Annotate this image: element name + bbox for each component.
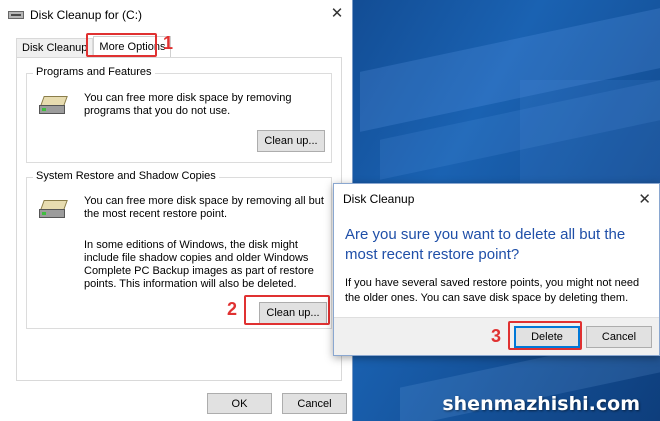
drive-icon — [39, 198, 69, 222]
restore-note: In some editions of Windows, the disk mi… — [84, 239, 314, 290]
ok-button[interactable]: OK — [207, 393, 272, 414]
window-title: Disk Cleanup for (C:) — [30, 8, 143, 22]
step-number-1: 1 — [163, 33, 174, 53]
watermark: shenmazhishi.com — [442, 393, 640, 415]
drive-icon — [39, 94, 69, 118]
programs-clean-up-button[interactable]: Clean up... — [257, 130, 325, 152]
dialog-cancel-button[interactable]: Cancel — [586, 326, 652, 348]
restore-description: You can free more disk space by removing… — [84, 195, 324, 220]
group-label: Programs and Features — [33, 66, 155, 78]
dialog-title: Disk Cleanup — [343, 192, 415, 206]
cancel-button[interactable]: Cancel — [282, 393, 347, 414]
group-label: System Restore and Shadow Copies — [33, 170, 219, 182]
tab-disk-cleanup[interactable]: Disk Cleanup — [16, 38, 94, 58]
disk-cleanup-window: Disk Cleanup for (C:) ✕ Disk Cleanup Mor… — [0, 0, 353, 421]
step-number-2: 2 — [227, 299, 238, 319]
dialog-body: If you have several saved restore points… — [345, 277, 640, 304]
highlight-delete — [508, 321, 582, 350]
close-icon[interactable]: ✕ — [328, 5, 346, 23]
more-options-panel: Programs and Features You can free more … — [16, 57, 342, 381]
title-bar: Disk Cleanup for (C:) — [0, 0, 352, 30]
dialog-heading: Are you sure you want to delete all but … — [345, 226, 626, 263]
drive-icon — [8, 9, 24, 21]
programs-description: You can free more disk space by removing… — [84, 92, 292, 117]
close-icon[interactable]: ✕ — [638, 190, 651, 208]
highlight-more-options — [86, 33, 157, 57]
step-number-3: 3 — [491, 326, 502, 346]
programs-features-group: Programs and Features You can free more … — [26, 66, 332, 163]
highlight-clean-up — [244, 295, 330, 325]
